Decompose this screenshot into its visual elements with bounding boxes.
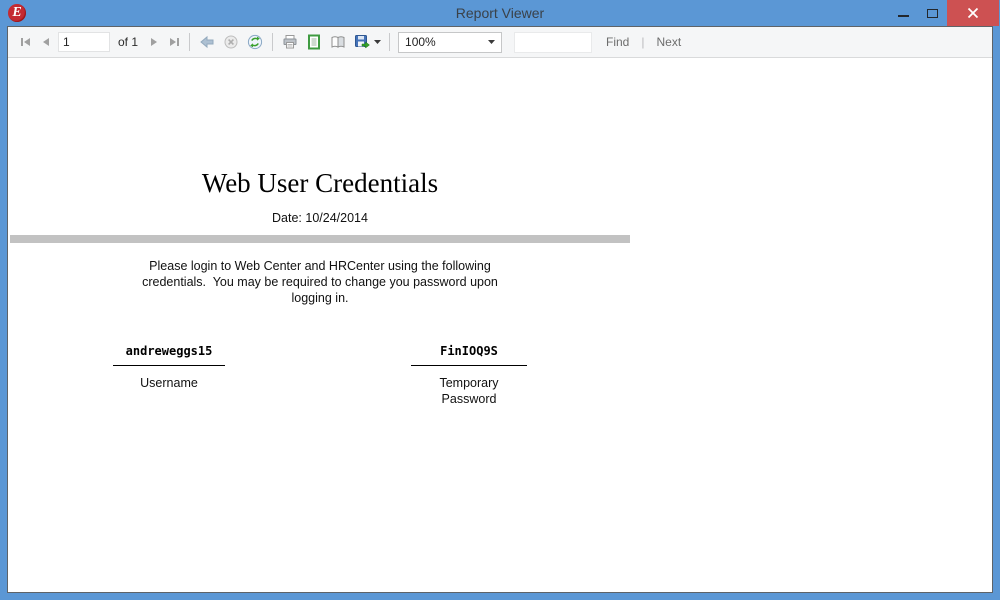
page-setup-button[interactable] bbox=[326, 31, 350, 53]
stop-rendering-button[interactable] bbox=[219, 31, 243, 53]
export-dropdown-caret-icon bbox=[373, 40, 381, 44]
first-page-icon bbox=[21, 38, 30, 46]
last-page-icon bbox=[170, 38, 180, 46]
find-next-separator: | bbox=[641, 35, 645, 49]
zoom-value: 100% bbox=[405, 35, 436, 49]
divider-bar bbox=[10, 235, 630, 243]
previous-page-icon bbox=[43, 38, 49, 46]
zoom-dropdown[interactable]: 100% bbox=[398, 31, 503, 53]
password-label: Temporary Password bbox=[439, 376, 499, 406]
maximize-icon bbox=[927, 8, 938, 18]
minimize-button[interactable] bbox=[889, 0, 918, 26]
refresh-icon bbox=[247, 34, 263, 50]
page-number-input[interactable] bbox=[58, 32, 110, 52]
find-next-button[interactable]: Next bbox=[656, 35, 681, 49]
toolbar-separator bbox=[272, 33, 274, 51]
find-text-input[interactable] bbox=[514, 31, 593, 53]
report-page: Web User Credentials Date: 10/24/2014 Pl… bbox=[8, 58, 992, 592]
password-value: FinIOQ9S bbox=[411, 344, 527, 366]
first-page-button[interactable] bbox=[16, 31, 36, 53]
report-toolbar: of 1 bbox=[8, 27, 992, 58]
page-setup-icon bbox=[331, 36, 345, 48]
minimize-icon bbox=[898, 15, 909, 17]
close-icon bbox=[967, 7, 979, 19]
export-button[interactable] bbox=[350, 31, 384, 53]
back-to-parent-button[interactable] bbox=[195, 31, 219, 53]
export-icon bbox=[354, 35, 370, 49]
report-title: Web User Credentials bbox=[201, 168, 439, 198]
zoom-dropdown-caret-icon bbox=[488, 40, 496, 44]
page-count-label: of 1 bbox=[118, 35, 139, 49]
window-controls bbox=[889, 0, 999, 26]
close-button[interactable] bbox=[947, 0, 999, 26]
username-value: andreweggs15 bbox=[113, 344, 225, 366]
report-date: Date: 10/24/2014 bbox=[272, 211, 368, 225]
toolbar-separator bbox=[389, 33, 391, 51]
refresh-button[interactable] bbox=[243, 31, 267, 53]
print-button[interactable] bbox=[278, 31, 302, 53]
username-field: andreweggs15 Username bbox=[113, 344, 225, 391]
next-page-icon bbox=[151, 38, 158, 46]
password-field: FinIOQ9S Temporary Password bbox=[411, 344, 527, 407]
username-label: Username bbox=[140, 376, 198, 390]
find-button[interactable]: Find bbox=[606, 35, 629, 49]
report-instructions: Please login to Web Center and HRCenter … bbox=[142, 259, 498, 305]
window-title: Report Viewer bbox=[455, 5, 545, 21]
report-viewer-window: E Report Viewer of 1 bbox=[0, 0, 1000, 600]
next-page-button[interactable] bbox=[144, 31, 164, 53]
print-layout-icon bbox=[308, 34, 321, 50]
content-frame: of 1 bbox=[7, 26, 993, 593]
stop-rendering-icon bbox=[224, 35, 238, 49]
maximize-button[interactable] bbox=[918, 0, 947, 26]
print-icon bbox=[283, 35, 297, 49]
titlebar: E Report Viewer bbox=[0, 0, 1000, 26]
previous-page-button[interactable] bbox=[36, 31, 56, 53]
last-page-button[interactable] bbox=[164, 31, 184, 53]
toolbar-separator bbox=[189, 33, 191, 51]
back-to-parent-icon bbox=[200, 35, 214, 49]
print-layout-button[interactable] bbox=[302, 31, 326, 53]
